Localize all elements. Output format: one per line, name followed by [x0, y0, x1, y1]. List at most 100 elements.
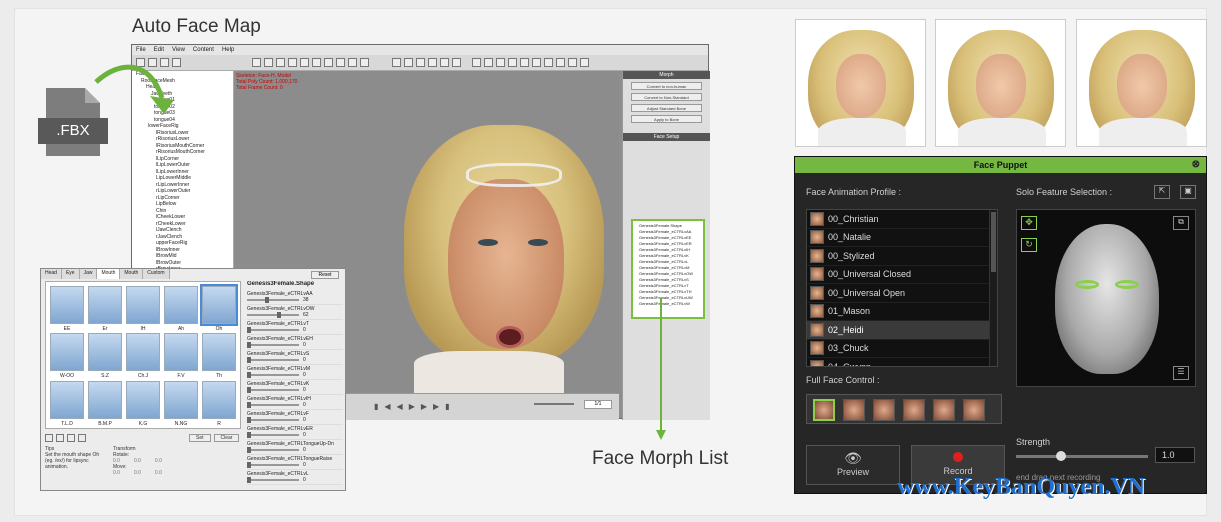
- tab-mouth[interactable]: Mouth: [97, 269, 121, 279]
- mouth-shape-thumb[interactable]: EE: [50, 286, 84, 332]
- morph-slider[interactable]: [247, 327, 299, 333]
- profile-item[interactable]: 04_Gwynn: [807, 358, 997, 366]
- slider-knob[interactable]: [247, 477, 251, 483]
- mouth-shape-thumb[interactable]: W-OO: [50, 333, 84, 379]
- morph-slider[interactable]: [247, 432, 299, 438]
- rotate-y[interactable]: 0.0: [134, 458, 141, 464]
- morph-slider[interactable]: [247, 402, 299, 408]
- mouth-shape-thumb[interactable]: K.G: [126, 380, 160, 427]
- tool-icon[interactable]: [580, 58, 589, 67]
- morph-slider[interactable]: [247, 372, 299, 378]
- slider-knob[interactable]: [247, 387, 251, 393]
- morph-slider[interactable]: [247, 477, 299, 483]
- move-tool-icon[interactable]: [264, 58, 273, 67]
- mouth-shape-thumb[interactable]: S.Z: [88, 333, 122, 379]
- scale-tool-icon[interactable]: [288, 58, 297, 67]
- face-preset[interactable]: [843, 399, 865, 421]
- morph-slider-value[interactable]: 0: [303, 432, 306, 438]
- playback-controls[interactable]: ▮◀◀▶▶▶▮: [374, 402, 456, 411]
- slider-knob[interactable]: [247, 357, 251, 363]
- set-button[interactable]: Set: [189, 434, 211, 442]
- move-z[interactable]: 0.0: [155, 470, 162, 476]
- slider-knob[interactable]: [247, 402, 251, 408]
- menu-edit[interactable]: Edit: [154, 47, 164, 53]
- mouth-shape-thumb[interactable]: T.L.D: [50, 380, 84, 427]
- tool-icon[interactable]: [300, 58, 309, 67]
- tool-icon[interactable]: [312, 58, 321, 67]
- tool-icon[interactable]: [484, 58, 493, 67]
- right-eye-feature[interactable]: [1115, 280, 1139, 289]
- list-scrollbar[interactable]: [989, 210, 997, 366]
- profile-item[interactable]: 01_Mason: [807, 303, 997, 321]
- slider-knob[interactable]: [247, 327, 251, 333]
- slider-knob[interactable]: [247, 447, 251, 453]
- select-tool-icon[interactable]: [252, 58, 261, 67]
- tool-icon[interactable]: [544, 58, 553, 67]
- tool-icon[interactable]: [520, 58, 529, 67]
- morph-slider-value[interactable]: 0: [303, 417, 306, 423]
- rotate-tool-icon[interactable]: [276, 58, 285, 67]
- adjust-standard-bone-button[interactable]: Adjust Standard Bone: [631, 104, 702, 112]
- tool-icon[interactable]: [45, 434, 53, 442]
- tab-mouth-2[interactable]: Mouth: [120, 269, 144, 279]
- morph-slider-value[interactable]: 0: [303, 357, 306, 363]
- morph-slider[interactable]: [247, 447, 299, 453]
- menu-view[interactable]: View: [172, 47, 185, 53]
- mouth-shape-thumb[interactable]: B.M.P: [88, 380, 122, 427]
- face-preset[interactable]: [933, 399, 955, 421]
- slider-knob[interactable]: [1056, 451, 1066, 461]
- timeline-slider[interactable]: [534, 403, 574, 405]
- strength-value[interactable]: 1.0: [1155, 447, 1195, 463]
- morph-slider[interactable]: [247, 417, 299, 423]
- mouth-shape-thumb[interactable]: Th: [202, 333, 236, 379]
- tool-icon[interactable]: [348, 58, 357, 67]
- tool-icon[interactable]: [324, 58, 333, 67]
- tool-icon[interactable]: [56, 434, 64, 442]
- menu-content[interactable]: Content: [193, 47, 214, 53]
- preview-button[interactable]: 👁 Preview: [806, 445, 900, 485]
- profile-item[interactable]: 00_Universal Closed: [807, 266, 997, 284]
- mirror-icon[interactable]: ⧉: [1173, 216, 1189, 230]
- morph-slider[interactable]: [247, 297, 299, 303]
- move-icon[interactable]: ✥: [1021, 216, 1037, 230]
- morph-slider[interactable]: [247, 312, 299, 318]
- convert-nonstandard-button[interactable]: Convert to Non-Standard: [631, 93, 702, 101]
- mouth-shape-thumb[interactable]: Er: [88, 286, 122, 332]
- tool-icon[interactable]: [472, 58, 481, 67]
- clear-button[interactable]: Clear: [213, 434, 240, 442]
- move-y[interactable]: 0.0: [134, 470, 141, 476]
- morph-slider-value[interactable]: 0: [303, 402, 306, 408]
- convert-nonhuman-button[interactable]: Convert to non-human: [631, 82, 702, 90]
- import-icon[interactable]: ⇱: [1154, 185, 1170, 199]
- profile-item[interactable]: 00_Universal Open: [807, 284, 997, 303]
- morph-slider-value[interactable]: 0: [303, 372, 306, 378]
- strength-slider[interactable]: [1016, 451, 1148, 461]
- tool-icon[interactable]: [452, 58, 461, 67]
- reset-button[interactable]: Reset: [311, 271, 339, 279]
- slider-knob[interactable]: [247, 417, 251, 423]
- morph-slider[interactable]: [247, 342, 299, 348]
- tool-icon[interactable]: [392, 58, 401, 67]
- tool-icon[interactable]: [496, 58, 505, 67]
- rotate-z[interactable]: 0.0: [155, 458, 162, 464]
- morph-slider-value[interactable]: 0: [303, 387, 306, 393]
- menu-file[interactable]: File: [136, 47, 146, 53]
- move-x[interactable]: 0.0: [113, 470, 120, 476]
- mouth-shape-thumb[interactable]: Oh: [200, 284, 238, 332]
- slider-knob[interactable]: [247, 462, 251, 468]
- tab-eye[interactable]: Eye: [61, 269, 80, 279]
- tool-icon[interactable]: [136, 58, 145, 67]
- mouth-shape-thumb[interactable]: F.V: [164, 333, 198, 379]
- tool-icon[interactable]: [440, 58, 449, 67]
- mouth-shape-thumb[interactable]: N.NG: [164, 380, 198, 427]
- morph-slider[interactable]: [247, 462, 299, 468]
- tool-icon[interactable]: [336, 58, 345, 67]
- slider-knob[interactable]: [247, 342, 251, 348]
- mouth-shape-thumb[interactable]: R: [202, 380, 236, 427]
- apply-to-bone-button[interactable]: Apply to Bone: [631, 115, 702, 123]
- tool-icon[interactable]: [556, 58, 565, 67]
- face-morph-list[interactable]: Genesis3Female.Shape Genesis3Female_eCTRL…: [631, 219, 705, 319]
- tool-icon[interactable]: [532, 58, 541, 67]
- slider-knob[interactable]: [265, 297, 270, 303]
- rotate-icon[interactable]: ↻: [1021, 238, 1037, 252]
